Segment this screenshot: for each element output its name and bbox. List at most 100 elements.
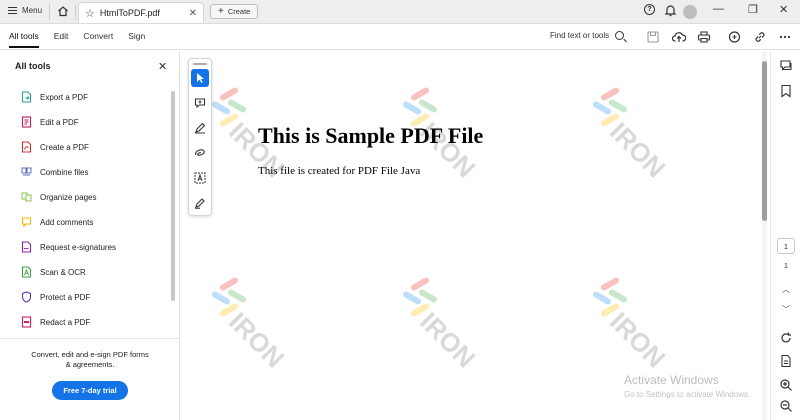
upload-cloud-icon[interactable] [672, 30, 686, 44]
draw-tool-button[interactable] [191, 144, 209, 162]
plus-icon: + [218, 6, 224, 17]
tool-protect-pdf[interactable]: Protect a PDF [21, 291, 90, 303]
hamburger-icon [8, 7, 17, 14]
comment-add-icon [194, 98, 206, 109]
right-rail: 1 1 ︿ ﹀ [770, 51, 800, 420]
text-tool-button[interactable] [191, 169, 209, 187]
link-icon[interactable] [753, 30, 767, 44]
watermark-text: IRON [414, 306, 481, 373]
comments-panel-icon[interactable] [779, 59, 793, 73]
refresh-icon[interactable] [779, 331, 793, 345]
promo-text: Convert, edit and e-sign PDF forms & agr… [31, 350, 149, 369]
find-text-or-tools[interactable]: Find text or tools [550, 31, 625, 40]
iron-watermark: IRON [211, 277, 290, 373]
chevron-up-icon[interactable]: ︿ [782, 284, 790, 295]
text-box-icon [194, 172, 206, 184]
signature-icon [195, 198, 205, 209]
iron-watermark: IRON [592, 277, 671, 373]
request-esign-icon [21, 241, 32, 253]
maximize-icon[interactable]: ❐ [748, 3, 758, 16]
combine-files-icon [21, 167, 32, 176]
close-panel-icon[interactable]: ✕ [158, 60, 167, 73]
edit-pdf-icon [21, 116, 32, 128]
iron-watermark: IRON [592, 87, 671, 183]
close-window-icon[interactable]: ✕ [779, 3, 788, 16]
tab-title: HtmlToPDF.pdf [99, 8, 160, 18]
document-body-text: This file is created for PDF File Java [258, 165, 421, 177]
iron-watermark: IRON [402, 277, 481, 373]
document-heading: This is Sample PDF File [258, 123, 484, 148]
pen-icon [195, 122, 206, 134]
tool-label: Request e-signatures [40, 242, 117, 252]
help-button[interactable]: ? [644, 4, 655, 15]
tool-organize-pages[interactable]: Organize pages [21, 191, 96, 203]
panel-title: All tools [15, 61, 51, 71]
activate-windows-title: Activate Windows [624, 373, 719, 387]
tool-request-esignatures[interactable]: Request e-signatures [21, 241, 116, 253]
minimize-icon[interactable]: — [713, 3, 724, 15]
drag-handle[interactable] [193, 63, 207, 65]
quick-tools-bar [188, 58, 212, 216]
current-page-input[interactable]: 1 [777, 238, 795, 254]
main-toolbar: All tools Edit Convert Sign Find text or… [0, 24, 800, 50]
tool-redact-pdf[interactable]: Redact a PDF [21, 316, 90, 328]
zoom-out-icon[interactable] [779, 399, 793, 413]
tool-add-comments[interactable]: Add comments [21, 216, 93, 228]
tool-label: Organize pages [40, 192, 97, 202]
zoom-in-icon[interactable] [779, 378, 793, 392]
home-icon[interactable] [57, 5, 69, 17]
tool-tabs: All tools Edit Convert Sign [9, 31, 145, 48]
bookmark-icon[interactable] [779, 84, 793, 98]
watermark-text: IRON [604, 116, 671, 183]
tab-sign[interactable]: Sign [128, 31, 145, 41]
create-button[interactable]: + Create [210, 4, 259, 19]
document-tab[interactable]: ☆ HtmlToPDF.pdf ✕ [78, 2, 204, 23]
tab-edit[interactable]: Edit [54, 31, 69, 41]
tool-label: Add comments [40, 217, 94, 227]
document-scrollbar[interactable] [762, 51, 767, 420]
freehand-draw-icon [195, 149, 205, 156]
tab-convert[interactable]: Convert [83, 31, 113, 41]
menu-button[interactable]: Menu [8, 6, 42, 15]
scrollbar-thumb[interactable] [762, 61, 767, 221]
avatar[interactable] [683, 5, 697, 19]
tool-edit-pdf[interactable]: Edit a PDF [21, 116, 79, 128]
menu-label: Menu [22, 6, 43, 15]
tool-combine-files[interactable]: Combine files [21, 166, 88, 178]
ai-assistant-icon[interactable] [728, 30, 742, 44]
search-icon [615, 31, 625, 40]
protect-pdf-icon [21, 291, 32, 303]
export-pdf-icon [21, 91, 32, 103]
all-tools-panel: All tools ✕ Export a PDF Edit a PDF Crea… [0, 51, 180, 420]
close-tab-icon[interactable]: ✕ [189, 8, 197, 19]
total-pages: 1 [783, 261, 789, 270]
add-comments-icon [21, 217, 32, 228]
tool-label: Edit a PDF [40, 117, 79, 127]
page-fit-icon[interactable] [779, 354, 793, 368]
tool-create-pdf[interactable]: Create a PDF [21, 141, 89, 153]
bell-icon[interactable] [665, 4, 676, 17]
cursor-icon [197, 73, 204, 83]
document-canvas[interactable]: IRON IRON IRON IRON IRON IRON This is Sa… [181, 51, 755, 420]
organize-pages-icon [21, 192, 32, 202]
comment-tool-button[interactable] [191, 94, 209, 112]
chevron-down-icon[interactable]: ﹀ [782, 304, 790, 315]
tool-export-pdf[interactable]: Export a PDF [21, 91, 88, 103]
print-icon[interactable] [697, 30, 711, 44]
save-icon[interactable] [646, 30, 660, 44]
highlight-tool-button[interactable] [191, 119, 209, 137]
create-pdf-icon [21, 141, 32, 153]
tab-all-tools[interactable]: All tools [9, 31, 39, 48]
tool-label: Scan & OCR [40, 267, 86, 277]
scan-ocr-icon [21, 266, 32, 278]
divider [75, 4, 76, 20]
more-options-icon[interactable] [778, 30, 792, 44]
star-icon[interactable]: ☆ [85, 7, 95, 20]
select-tool-button[interactable] [191, 69, 209, 87]
free-trial-button[interactable]: Free 7-day trial [52, 381, 128, 400]
tool-scan-ocr[interactable]: Scan & OCR [21, 266, 86, 278]
sign-tool-button[interactable] [191, 194, 209, 212]
tool-label: Combine files [40, 167, 89, 177]
tool-label: Redact a PDF [40, 317, 91, 327]
panel-scrollbar[interactable] [171, 91, 175, 301]
